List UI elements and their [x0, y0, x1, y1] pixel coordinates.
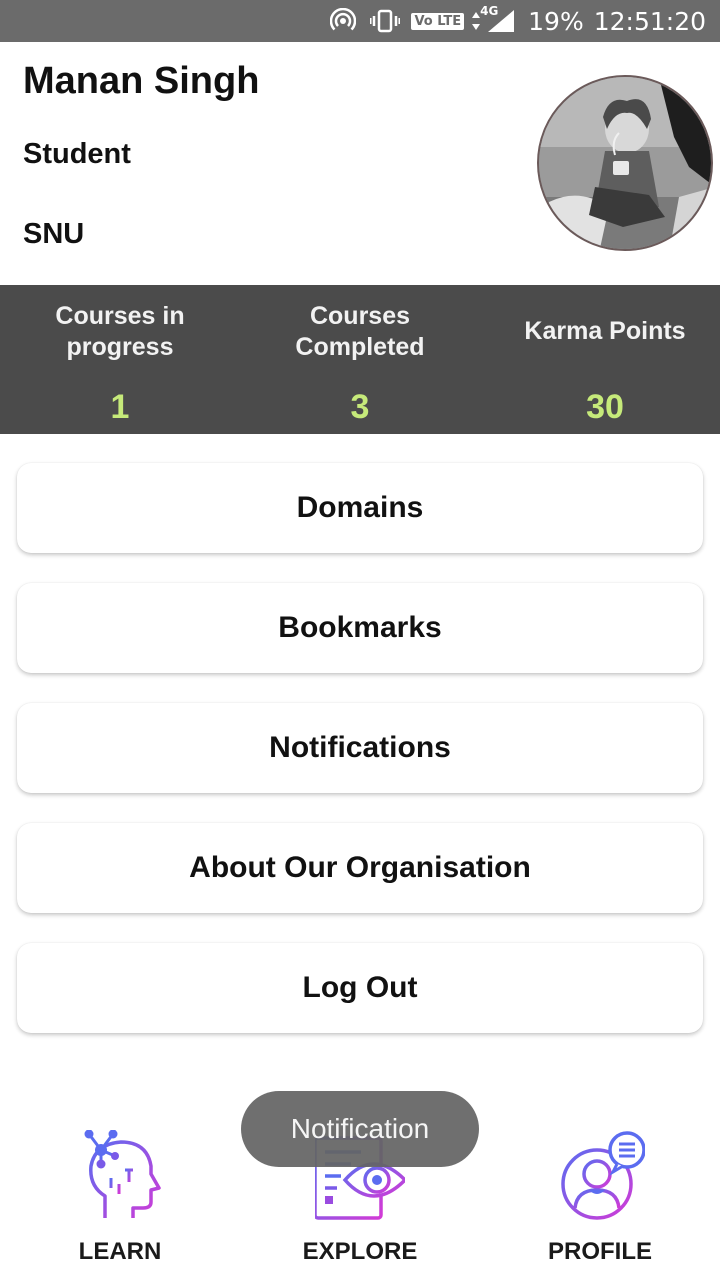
notifications-button[interactable]: Notifications	[17, 703, 703, 793]
nav-label: LEARN	[78, 1238, 162, 1265]
user-name: Manan Singh	[23, 60, 260, 102]
nav-profile[interactable]: PROFILE	[480, 1120, 720, 1280]
stat-value: 30	[586, 388, 624, 426]
domains-button[interactable]: Domains	[17, 463, 703, 553]
stat-label: Courses	[309, 302, 411, 330]
signal-icon: 4G	[480, 4, 518, 34]
stat-label: progress	[66, 333, 174, 361]
stats-band: Courses in progress 1 Courses Completed …	[0, 285, 720, 434]
network-type-label: 4G	[480, 4, 499, 18]
clock-time: 12:51:20	[593, 6, 706, 36]
log-out-button[interactable]: Log Out	[17, 943, 703, 1033]
profile-header: Manan Singh Student SNU	[0, 42, 720, 285]
stat-label: Completed	[295, 333, 425, 361]
nav-learn[interactable]: LEARN	[0, 1120, 240, 1280]
avatar[interactable]	[537, 75, 713, 251]
volte-icon: Vo LTE	[411, 12, 465, 30]
user-role: Student	[23, 138, 131, 170]
hotspot-icon	[327, 8, 359, 34]
notification-toast: Notification	[241, 1091, 479, 1167]
stat-label: Courses in	[55, 302, 185, 330]
status-bar: Vo LTE 4G 19% 12:51:20	[0, 0, 720, 42]
stat-courses-completed: Courses Completed 3	[240, 285, 480, 434]
bookmarks-button[interactable]: Bookmarks	[17, 583, 703, 673]
profile-user-chat-icon	[561, 1131, 645, 1220]
battery-percentage: 19%	[528, 6, 584, 36]
learn-head-icon	[84, 1130, 161, 1218]
stat-courses-in-progress: Courses in progress 1	[0, 285, 240, 434]
stat-label: Karma Points	[524, 317, 686, 345]
user-organisation: SNU	[23, 218, 85, 250]
avatar-illustration-icon	[539, 77, 711, 249]
stat-value: 3	[350, 388, 370, 426]
stat-karma-points: Karma Points 30	[485, 285, 720, 434]
vibrate-icon	[369, 8, 401, 34]
about-organisation-button[interactable]: About Our Organisation	[17, 823, 703, 913]
stat-value: 1	[110, 388, 130, 426]
nav-label: EXPLORE	[302, 1238, 418, 1265]
nav-label: PROFILE	[547, 1238, 652, 1265]
